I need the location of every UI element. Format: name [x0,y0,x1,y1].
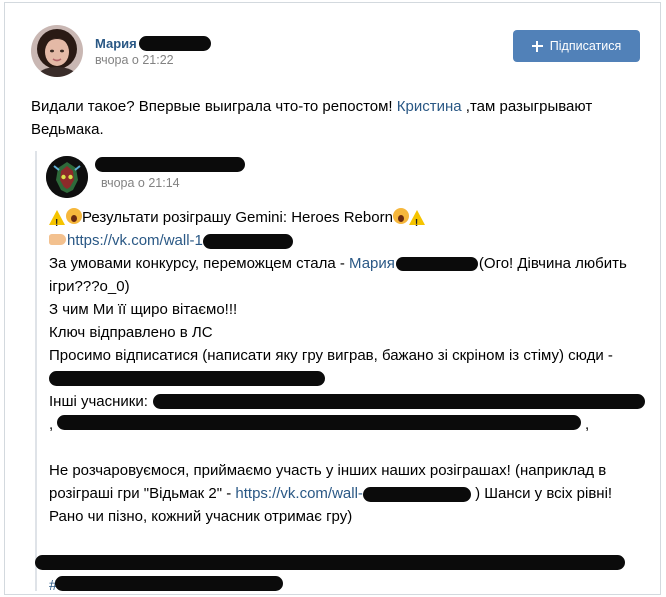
repost-text-part: ) Шанси у всіх рівні! [470,485,613,502]
hashtags-line-redacted [35,551,639,574]
post-text: Видали такое? Впервые выиграла что-то ре… [31,95,631,141]
plus-icon [531,40,543,52]
repost-line: Результати розіграшу Gemini: Heroes Rebo… [49,206,639,235]
subscribe-label: Підписатися [549,39,622,53]
repost-line: Ключ відправлено в ЛС [49,324,213,341]
repost-text-part: За умовами конкурсу, переможцем стала - [49,255,350,272]
post-card: Мария вчора о 21:22 Підписатися Видали т… [4,2,661,595]
repost-line: Рано чи пізно, кожний учасник отримає гр… [49,508,353,525]
redacted-link [362,486,471,502]
redacted-hashtags [55,576,283,591]
scream-emoji-icon [392,208,409,224]
empty-line [49,528,639,551]
post-time[interactable]: вчора о 21:22 [95,53,174,67]
pointing-hand-icon [49,234,66,245]
mention-link[interactable]: Кристина [397,98,462,115]
repost-author-redacted[interactable] [95,156,245,174]
post-text-part: Видали такое? Впервые выиграла что-то ре… [31,98,397,115]
redacted-participants [57,415,581,430]
hashtags-line-redacted: # [49,574,639,594]
giveaway-link[interactable]: https://vk.com/wall-1 [67,232,203,249]
repost-line: Інші учасники: [49,390,645,413]
empty-line [49,436,639,459]
witcher-giveaway-link[interactable]: https://vk.com/wall- [235,485,363,502]
redacted-text [49,371,325,386]
subscribe-button[interactable]: Підписатися [513,30,640,62]
redacted-link [202,233,293,249]
repost-text-part: , [49,416,54,433]
winner-link[interactable]: Мария [349,255,395,272]
repost-line: З чим Ми її щиро вітаємо!!! [49,301,238,318]
repost-line: За умовами конкурсу, переможцем стала - … [49,252,639,275]
redacted-participants [153,394,645,409]
repost-title: Результати розіграшу Gemini: Heroes Rebo… [82,209,393,226]
repost-group-avatar[interactable] [46,156,88,198]
repost-line-redacted [49,367,639,390]
redacted-hashtags [35,555,625,570]
repost-line: https://vk.com/wall-1 [49,229,639,252]
warning-icon [408,210,425,235]
repost-line: Просимо відписатися (написати яку гру ви… [49,347,613,364]
redacted-surname [138,35,211,51]
warning-icon [49,210,65,235]
repost-time[interactable]: вчора о 21:14 [101,176,180,190]
redacted-winner-surname [395,257,478,272]
author-name[interactable]: Мария [95,36,137,51]
repost-text-part: (Ого! Дівчина любить [478,255,627,272]
participants-label: Інші учасники: [49,393,148,410]
repost-text: Результати розіграшу Gemini: Heroes Rebo… [35,206,645,594]
author-avatar[interactable] [31,25,83,77]
redacted-group-name [95,157,245,173]
repost-line: розіграші гри "Відьмак 2" - https://vk.c… [49,482,639,505]
repost-text-part: , [585,416,590,433]
repost-line: ігри???o_0) [49,278,130,295]
repost-text-part: розіграші гри "Відьмак 2" - [49,485,236,502]
repost-line: Не розчаровуємося, приймаємо участь у ін… [49,462,607,479]
repost-line: , , [49,413,639,436]
repost-divider [35,151,37,591]
scream-emoji-icon [66,208,82,224]
author-line: Мария [95,34,211,52]
